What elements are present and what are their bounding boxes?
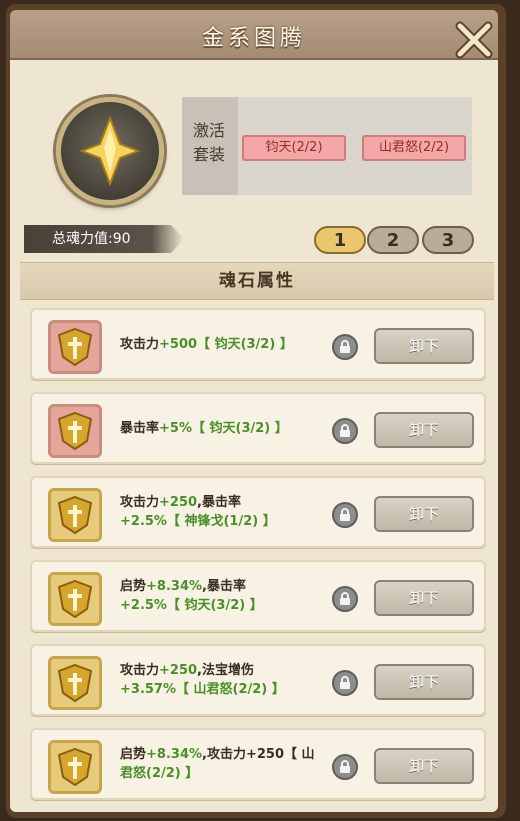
unequip-button[interactable]: 卸下 xyxy=(374,412,474,448)
lock-icon xyxy=(340,424,350,437)
unequip-button[interactable]: 卸下 xyxy=(374,580,474,616)
lock-toggle[interactable] xyxy=(332,502,358,528)
sword-icon xyxy=(57,663,93,703)
list-item: 启势+8.34%,攻击力+250【 山 君怒(2/2) 】 卸下 xyxy=(30,728,486,800)
lock-toggle[interactable] xyxy=(332,670,358,696)
soul-stone-slot[interactable] xyxy=(48,488,102,542)
suit-label: 激活 套装 xyxy=(192,121,225,164)
gold-crystal-icon xyxy=(80,116,140,186)
lock-icon xyxy=(340,508,350,521)
list-item: 暴击率+5%【 钧天(3/2) 】 卸下 xyxy=(30,392,486,464)
row-attributes: 攻击力+500【 钧天(3/2) 】 xyxy=(120,336,293,352)
soul-stone-slot[interactable] xyxy=(48,656,102,710)
soul-stone-slot[interactable] xyxy=(48,320,102,374)
lock-toggle[interactable] xyxy=(332,586,358,612)
row-attributes: 启势+8.34%,暴击率 +2.5%【 钧天(3/2) 】 xyxy=(120,579,263,613)
row-attributes: 攻击力+250,法宝增伤 +3.57%【 山君怒(2/2) 】 xyxy=(120,663,285,697)
list-item: 攻击力+250,暴击率 +2.5%【 神锋戈(1/2) 】 卸下 xyxy=(30,476,486,548)
lock-icon xyxy=(340,760,350,773)
soul-stone-slot[interactable] xyxy=(48,404,102,458)
list-item: 攻击力+500【 钧天(3/2) 】 卸下 xyxy=(30,308,486,380)
lock-toggle[interactable] xyxy=(332,754,358,780)
row-attributes: 启势+8.34%,攻击力+250【 山 君怒(2/2) 】 xyxy=(120,747,315,781)
suit-tag: 钧天(2/2) xyxy=(242,135,346,161)
suit-tag: 山君怒(2/2) xyxy=(362,135,466,161)
title-bar: 金系图腾 xyxy=(10,10,498,60)
list-item: 启势+8.34%,暴击率 +2.5%【 钧天(3/2) 】 卸下 xyxy=(30,560,486,632)
row-attributes: 暴击率+5%【 钧天(3/2) 】 xyxy=(120,420,288,436)
close-icon xyxy=(455,21,493,59)
unequip-button[interactable]: 卸下 xyxy=(374,748,474,784)
unequip-button[interactable]: 卸下 xyxy=(374,496,474,532)
unequip-button[interactable]: 卸下 xyxy=(374,328,474,364)
lock-icon xyxy=(340,676,350,689)
lock-icon xyxy=(340,340,350,353)
lock-icon xyxy=(340,592,350,605)
sword-icon xyxy=(57,579,93,619)
close-button[interactable] xyxy=(452,18,496,62)
section-title: 魂石属性 xyxy=(20,262,494,300)
sword-icon xyxy=(57,495,93,535)
sword-icon xyxy=(57,411,93,451)
list-item: 攻击力+250,法宝增伤 +3.57%【 山君怒(2/2) 】 卸下 xyxy=(30,644,486,716)
tab-2[interactable]: 2 xyxy=(367,226,419,254)
lock-toggle[interactable] xyxy=(332,334,358,360)
unequip-button[interactable]: 卸下 xyxy=(374,664,474,700)
totem-emblem xyxy=(56,97,164,205)
soul-stone-slot[interactable] xyxy=(48,740,102,794)
active-suit-panel: 激活 套装 钧天(2/2) 山君怒(2/2) xyxy=(182,97,472,195)
sword-icon xyxy=(57,327,93,367)
lock-toggle[interactable] xyxy=(332,418,358,444)
total-soul-power: 总魂力值:90 xyxy=(24,225,184,253)
soul-stone-slot[interactable] xyxy=(48,572,102,626)
page-title: 金系图腾 xyxy=(201,26,306,51)
tab-3[interactable]: 3 xyxy=(422,226,474,254)
suit-tags-area: 钧天(2/2) 山君怒(2/2) xyxy=(238,97,472,195)
row-attributes: 攻击力+250,暴击率 +2.5%【 神锋戈(1/2) 】 xyxy=(120,495,276,529)
sword-icon xyxy=(57,747,93,787)
tab-1[interactable]: 1 xyxy=(314,226,366,254)
